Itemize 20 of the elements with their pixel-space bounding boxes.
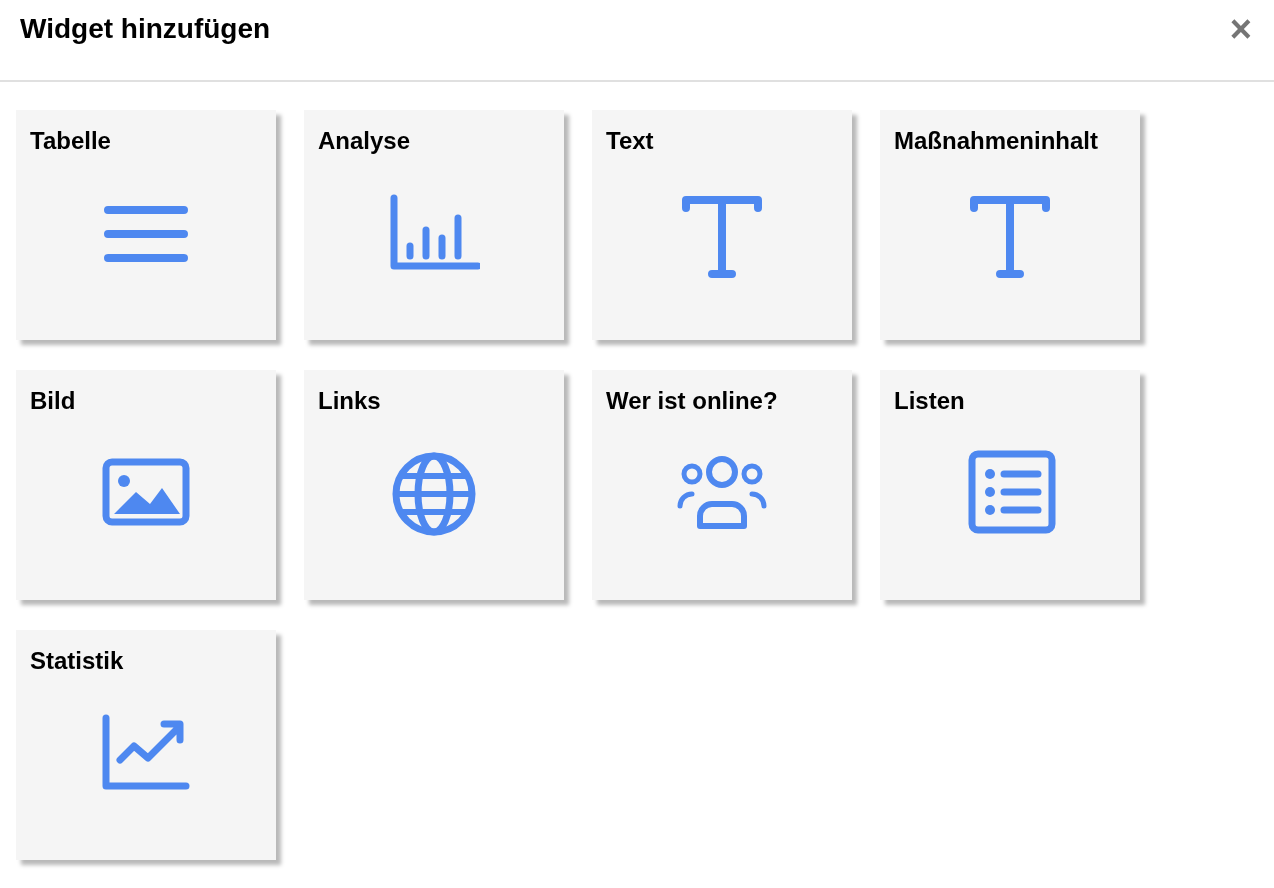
widget-title: Links: [318, 387, 381, 415]
widget-title: Wer ist online?: [606, 387, 778, 415]
widget-card[interactable]: Wer ist online?: [592, 370, 852, 600]
close-button[interactable]: ×: [1227, 10, 1254, 48]
widget-card[interactable]: Listen: [880, 370, 1140, 600]
widget-card[interactable]: Links: [304, 370, 564, 600]
widget-title: Text: [606, 127, 654, 155]
widget-title: Tabelle: [30, 127, 111, 155]
widget-card[interactable]: Maßnahmeninhalt: [880, 110, 1140, 340]
widget-card[interactable]: Bild: [16, 370, 276, 600]
widget-card[interactable]: Statistik: [16, 630, 276, 860]
widget-card[interactable]: Tabelle: [16, 110, 276, 340]
widget-card[interactable]: Text: [592, 110, 852, 340]
widget-title: Maßnahmeninhalt: [894, 127, 1098, 155]
widget-title: Statistik: [30, 647, 124, 675]
widget-title: Bild: [30, 387, 76, 415]
dialog-title: Widget hinzufügen: [20, 13, 271, 45]
widget-title: Listen: [894, 387, 965, 415]
widget-title: Analyse: [318, 127, 411, 155]
widget-card[interactable]: Analyse: [304, 110, 564, 340]
